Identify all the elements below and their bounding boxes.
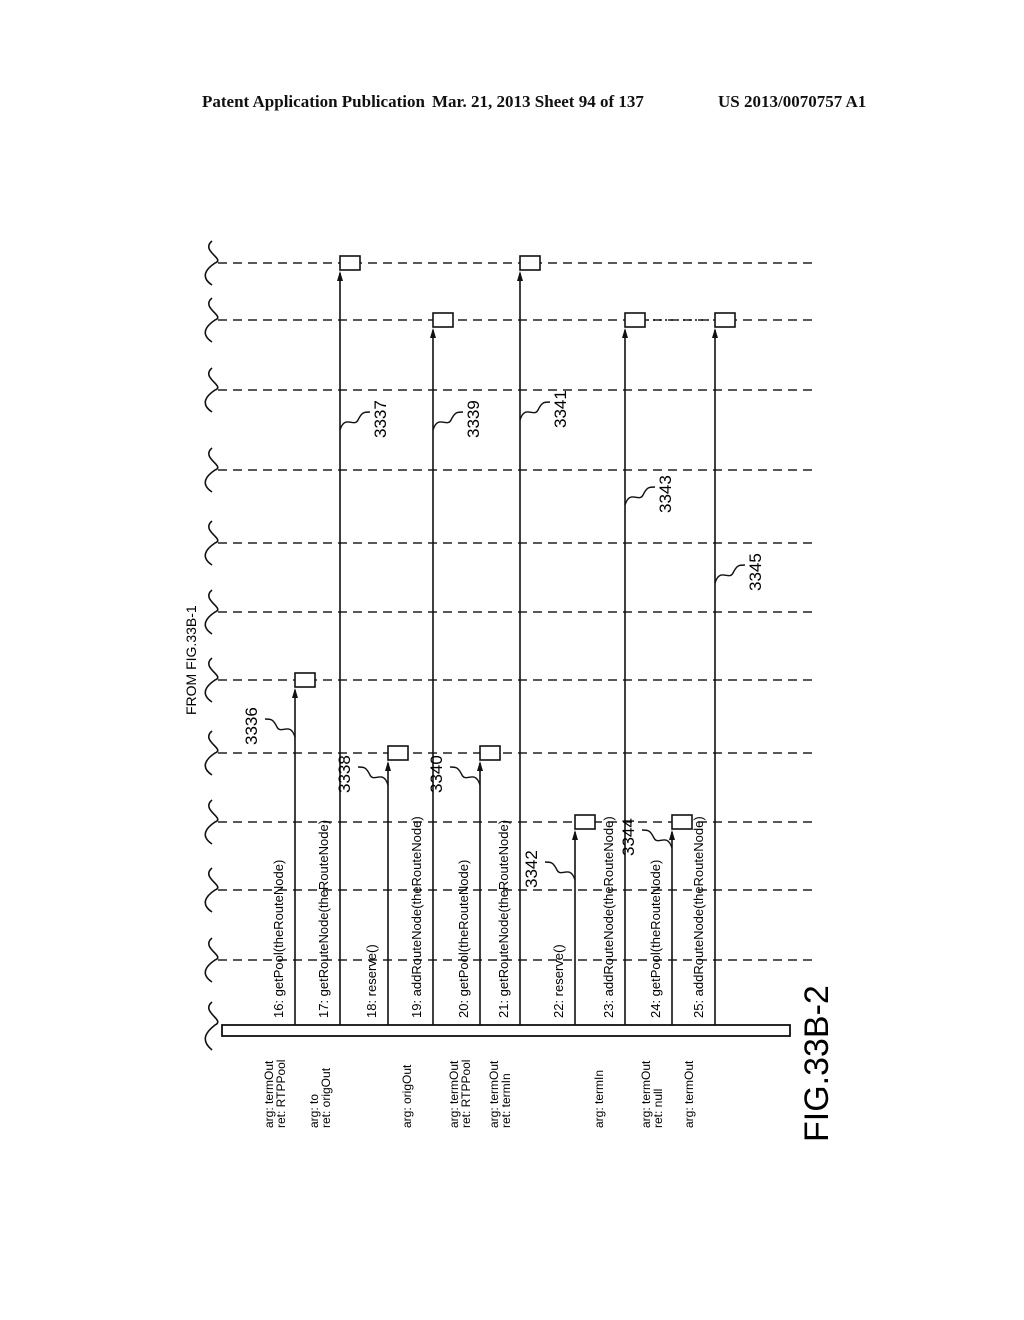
arrowhead-icon [430,328,436,338]
break-mark-icon [204,447,219,493]
reference-numeral: 3345 [746,553,765,591]
message-seq: 24: [648,996,663,1018]
arrowhead-icon [712,328,718,338]
reference-numeral: 3340 [427,755,446,793]
messages [292,255,736,1025]
message-call: reserve() [364,944,379,996]
leader-line [714,564,746,584]
message-label: 18: reserve() [364,944,379,1018]
message-label: 23: addRouteNode(theRouteNode) [601,816,616,1018]
activation-box [339,255,361,271]
message-annotation: arg: origOut [400,1064,414,1128]
message-call: getRouteNode(theRouteNode) [496,820,511,996]
lifelines [204,240,818,983]
arrowhead-icon [477,761,483,771]
figure-label: FIG.33B-2 [798,985,836,1142]
leader-line [624,486,656,506]
break-mark-icon [204,297,219,343]
leader-line [544,861,576,881]
message-seq: 18: [364,996,379,1018]
message-call: addRouteNode(theRouteNode) [601,816,616,996]
reference-numeral: 3341 [551,390,570,428]
leader-line [357,766,389,786]
reference-numeral: 3339 [464,400,483,438]
message-annotation: ret: termIn [499,1073,513,1128]
reference-numeral: 3344 [619,818,638,856]
arrowhead-icon [292,688,298,698]
activation-box [432,312,454,328]
break-mark-icon [204,657,219,703]
message-seq: 25: [691,996,706,1018]
message-seq: 19: [409,996,424,1018]
message-annotation: ret: origOut [319,1067,333,1128]
activation-box [624,312,646,328]
message-seq: 22: [551,996,566,1018]
message-annotation: ret: RTPPool [459,1060,473,1128]
leader-line [641,829,673,849]
message-call: addRouteNode(theRouteNode) [409,816,424,996]
activation-box [671,814,693,830]
continuation-note: FROM FIG.33B-1 [183,605,199,715]
leader-line [339,411,371,431]
break-mark-icon [204,937,219,983]
break-mark-icon [204,367,219,413]
message-annotation: arg: termOut [682,1060,696,1128]
message-annotation: ret: null [651,1089,665,1128]
reference-numeral: 3342 [522,850,541,888]
message-label: 21: getRouteNode(theRouteNode) [496,820,511,1018]
activation-box [574,814,596,830]
message-annotation: arg: termIn [592,1070,606,1128]
arrowhead-icon [385,761,391,771]
break-mark-icon [204,799,219,845]
break-mark-icon [204,240,219,286]
reference-numeral: 3337 [371,400,390,438]
message-seq: 20: [456,996,471,1018]
message-call: reserve() [551,944,566,996]
message-label: 20: getPool(theRouteNode) [456,860,471,1018]
message-annotation: ret: RTPPool [274,1060,288,1128]
activation-box [479,745,501,761]
leader-line [432,411,464,431]
activation-box [294,672,316,688]
message-label: 19: addRouteNode(theRouteNode) [409,816,424,1018]
base-bar [221,1024,791,1037]
leader-line [449,766,481,786]
reference-numeral: 3343 [656,475,675,513]
break-mark-icon [204,867,219,913]
arrowhead-icon [669,830,675,840]
message-seq: 17: [316,996,331,1018]
message-call: addRouteNode(theRouteNode) [691,816,706,996]
activation-box [519,255,541,271]
message-call: getPool(theRouteNode) [456,860,471,997]
message-call: getPool(theRouteNode) [271,860,286,997]
arrowhead-icon [622,328,628,338]
message-label: 22: reserve() [551,944,566,1018]
message-label: 25: addRouteNode(theRouteNode) [691,816,706,1018]
break-mark-icon [204,730,219,776]
message-call: getRouteNode(theRouteNode) [316,820,331,996]
message-label: 16: getPool(theRouteNode) [271,860,286,1018]
message-seq: 21: [496,996,511,1018]
arrowhead-icon [337,271,343,281]
message-label: 17: getRouteNode(theRouteNode) [316,820,331,1018]
sequence-diagram: 16: getPool(theRouteNode) arg: termOut ret… [183,240,836,1142]
leader-line [264,718,296,738]
message-call: getPool(theRouteNode) [648,860,663,997]
arrowhead-icon [517,271,523,281]
message-label: 24: getPool(theRouteNode) [648,860,663,1018]
message-seq: 23: [601,996,616,1018]
break-mark-icon [204,1001,219,1051]
activation-box [714,312,736,328]
break-mark-icon [204,589,219,635]
activation-box [387,745,409,761]
arrowhead-icon [572,830,578,840]
leader-line [519,401,551,421]
message-seq: 16: [271,996,286,1018]
break-mark-icon [204,520,219,566]
reference-numeral: 3336 [242,707,261,745]
reference-numeral: 3338 [335,755,354,793]
